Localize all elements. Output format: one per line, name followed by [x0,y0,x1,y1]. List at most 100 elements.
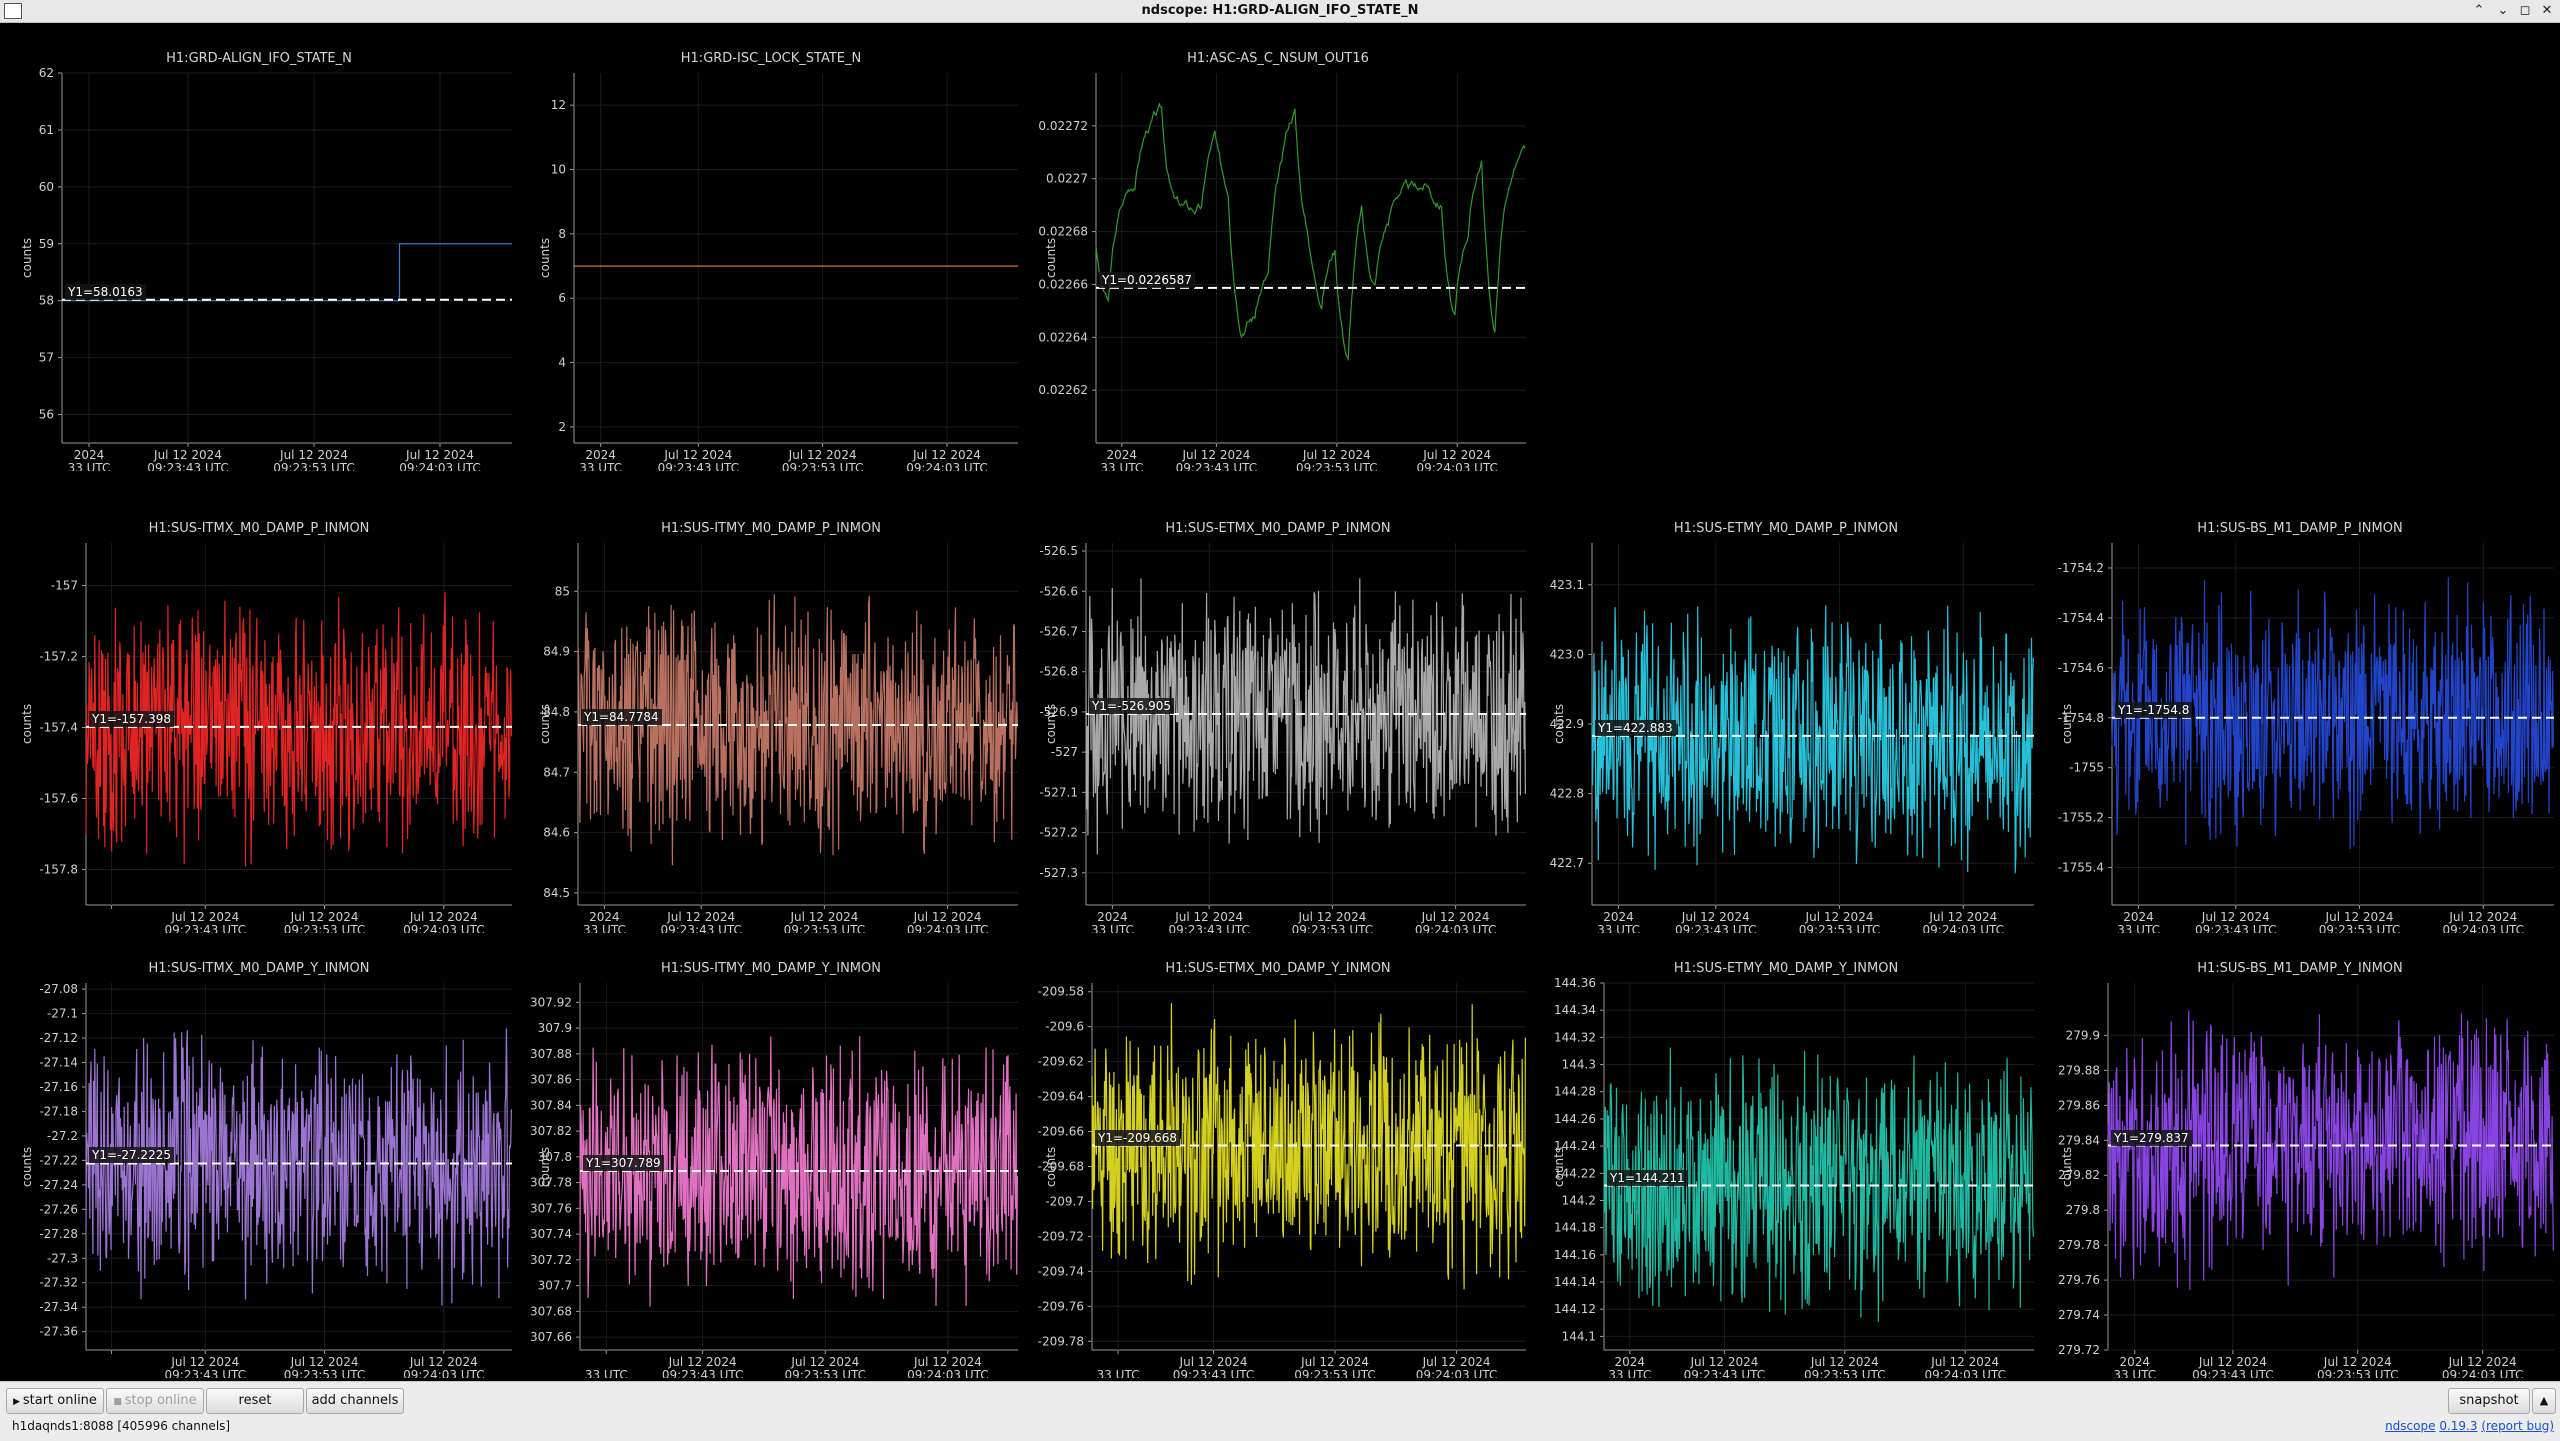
y-tick-label: -209.66 [1038,1125,1084,1139]
play-icon: ▶ [13,1397,23,1407]
ndscope-link[interactable]: ndscope [2385,1419,2435,1433]
y1-cursor-label[interactable]: Y1=-526.905 [1089,697,1174,714]
x-tick-label: Jul 12 2024 [788,448,857,462]
y-tick-label: 144.32 [1554,1030,1596,1044]
snapshot-button[interactable]: snapshot [2448,1388,2530,1414]
x-tick-label: Jul 12 2024 [1689,1355,1758,1369]
x-tick-sublabel: 33 UTC [68,461,111,471]
minimize-icon[interactable]: ⌄ [2494,2,2512,20]
y-tick-label: 279.9 [2066,1028,2100,1042]
window-titlebar: ndscope: H1:GRD-ALIGN_IFO_STATE_N ⌃ ⌄ ◻ … [0,0,2560,23]
plot-h1-sus-etmy-m0-damp-y-inmon[interactable]: H1:SUS-ETMY_M0_DAMP_Y_INMON 144.1 144.12 14… [1532,933,2040,1378]
y1-cursor-label[interactable]: Y1=307.789 [583,1155,664,1171]
y-tick-label: 61 [39,123,54,137]
y1-cursor-label[interactable]: Y1=-157.398 [89,710,174,727]
y-tick-label: -526.8 [1039,665,1078,679]
x-tick-label: Jul 12 2024 [912,448,981,462]
y-tick-label: 144.16 [1554,1248,1596,1262]
plot-h1-grd-align-ifo-state-n[interactable]: H1:GRD-ALIGN_IFO_STATE_N 56 57 58 59 60 61 62 20… [0,23,518,471]
plot-h1-sus-itmy-m0-damp-y-inmon[interactable]: H1:SUS-ITMY_M0_DAMP_Y_INMON 307.66 307.68 3… [518,933,1024,1378]
plot-canvas[interactable]: 0.02262 0.02264 0.02266 0.02268 0.0227 0.0227… [1024,23,1532,471]
x-tick-label: Jul 12 2024 [1300,1355,1369,1369]
plot-h1-sus-bs-m1-damp-p-inmon[interactable]: H1:SUS-BS_M1_DAMP_P_INMON -1755.4 -1755.2-… [2040,493,2560,933]
x-tick-label: Jul 12 2024 [2448,1355,2517,1369]
plot-canvas[interactable]: 144.1144.12144.14144.16144.18144.2144.22… [1532,933,2040,1378]
y-tick-label: -27.14 [39,1056,78,1070]
data-trace [85,1028,512,1306]
maximize-icon[interactable]: ◻ [2516,2,2534,20]
reset-button[interactable]: reset [206,1388,304,1414]
y-tick-label: 0.02264 [1038,330,1088,344]
y-tick-label: -527 [1051,745,1078,759]
y-tick-label: 0.02262 [1038,383,1088,397]
x-tick-sublabel: 09:23:43 UTC [1168,923,1250,933]
add-channels-button[interactable]: add channels [306,1388,404,1414]
x-tick-sublabel: 09:24:03 UTC [403,923,485,933]
y-tick-label: -209.7 [1045,1194,1084,1208]
plot-area[interactable]: H1:GRD-ALIGN_IFO_STATE_N 56 57 58 59 60 61 62 20… [0,23,2560,1381]
y-tick-label: -157.6 [39,792,78,806]
y1-cursor-label[interactable]: Y1=144.211 [1607,1169,1688,1186]
y-tick-label: 279.76 [2058,1273,2100,1287]
x-tick-label: 2024 [585,448,616,462]
x-tick-sublabel: 09:23:43 UTC [147,461,229,471]
plot-h1-sus-etmx-m0-damp-p-inmon[interactable]: H1:SUS-ETMX_M0_DAMP_P_INMON -527.3 -527.2-… [1024,493,1532,933]
y-axis-label: counts [1552,703,1566,744]
y1-cursor-label[interactable]: Y1=84.7784 [581,708,662,725]
y-tick-label: 0.02272 [1038,119,1088,133]
plot-h1-sus-itmx-m0-damp-y-inmon[interactable]: H1:SUS-ITMX_M0_DAMP_Y_INMON -27.36 -27.34-… [0,933,518,1378]
y-tick-label: -527.3 [1039,866,1078,880]
x-tick-sublabel: 09:24:03 UTC [1416,461,1498,471]
plot-h1-sus-itmx-m0-damp-p-inmon[interactable]: H1:SUS-ITMX_M0_DAMP_P_INMON -157.8 -157.6-… [0,493,518,933]
plot-canvas[interactable]: 56575859606162202433 UTCJul 12 202409:23… [0,23,518,471]
plot-canvas[interactable]: 422.7422.8422.9423.0423.1202433 UTCJul 1… [1532,493,2040,933]
plot-h1-sus-bs-m1-damp-y-inmon[interactable]: H1:SUS-BS_M1_DAMP_Y_INMON 279.72 279.74 279… [2040,933,2560,1378]
start-online-button[interactable]: ▶ start online [6,1388,104,1414]
y1-cursor-label[interactable]: Y1=279.837 [2111,1129,2192,1146]
y-tick-label: 422.7 [1550,856,1584,870]
data-trace [1591,605,2034,874]
y-tick-label: 307.9 [538,1021,572,1035]
y-tick-label: 85 [555,584,570,598]
x-tick-sublabel: 09:23:43 UTC [660,923,742,933]
y1-cursor-label[interactable]: Y1=-209.668 [1095,1129,1180,1146]
y1-cursor-label[interactable]: Y1=0.0226587 [1099,271,1195,288]
x-tick-sublabel: 09:24:03 UTC [907,923,989,933]
plot-h1-sus-etmy-m0-damp-p-inmon[interactable]: H1:SUS-ETMY_M0_DAMP_P_INMON 422.7 422.8 422… [1532,493,2040,933]
plot-canvas[interactable]: 279.72279.74279.76279.78279.8279.82279.8… [2040,933,2560,1378]
y-tick-label: -1755 [2069,761,2104,775]
x-tick-sublabel: 33 UTC [1091,923,1134,933]
plot-h1-asc-as-c-nsum-out16[interactable]: H1:ASC-AS_C_NSUM_OUT16 0.02262 0.02264 0.02… [1024,23,1532,471]
y-tick-label: -27.34 [39,1300,78,1314]
y1-cursor-label[interactable]: Y1=-1754.8 [2115,701,2193,718]
plot-h1-grd-isc-lock-state-n[interactable]: H1:GRD-ISC_LOCK_STATE_N 2 4 6 8 10 12 2024 33 UT… [518,23,1024,471]
x-tick-label: Jul 12 2024 [409,1355,478,1369]
x-tick-sublabel: 09:23:53 UTC [2319,923,2401,933]
y-tick-label: 144.34 [1554,1003,1596,1017]
version-link[interactable]: 0.19.3 [2439,1419,2477,1433]
x-tick-sublabel: 09:23:43 UTC [1684,1368,1766,1378]
y-axis-label: counts [538,703,552,744]
y-axis-label: counts [1044,237,1058,278]
plot-h1-sus-etmx-m0-damp-y-inmon[interactable]: H1:SUS-ETMX_M0_DAMP_Y_INMON -209.78 -209.7… [1024,933,1532,1378]
plot-canvas[interactable]: -209.78 -209.76 -209.74 -209.72 -209.7 -209.6… [1024,933,1532,1378]
x-tick-sublabel: 09:23:43 UTC [165,1368,247,1378]
plot-canvas[interactable]: 24681012202433 UTCJul 12 202409:23:43 UT… [518,23,1024,471]
keep-above-icon[interactable]: ⌃ [2470,2,2488,20]
plot-canvas[interactable]: -157.8-157.6-157.4-157.2-157Jul 12 20240… [0,493,518,933]
close-icon[interactable]: ✕ [2538,2,2556,20]
stop-online-button[interactable]: ■ stop online [106,1388,204,1414]
status-text: h1daqnds1:8088 [405996 channels] [12,1419,230,1433]
y1-cursor-label[interactable]: Y1=-27.2225 [89,1147,174,1164]
plot-canvas[interactable]: -27.36 -27.34 -27.32 -27.3 -27.28 -27.26 -27.2… [0,933,518,1378]
y1-cursor-label[interactable]: Y1=58.0163 [65,283,146,300]
x-tick-sublabel: 33 UTC [585,1368,628,1378]
x-tick-label: Jul 12 2024 [2325,910,2394,924]
plot-h1-sus-itmy-m0-damp-p-inmon[interactable]: H1:SUS-ITMY_M0_DAMP_P_INMON 84.5 84.6 84.7 8… [518,493,1024,933]
y-tick-label: 12 [551,98,566,112]
x-tick-label: Jul 12 2024 [789,910,858,924]
y1-cursor-label[interactable]: Y1=422.883 [1595,719,1676,736]
report-bug-link[interactable]: (report bug) [2481,1419,2554,1433]
collapse-arrow-icon[interactable]: ▲ [2532,1388,2556,1414]
x-tick-sublabel: 09:23:53 UTC [284,923,366,933]
